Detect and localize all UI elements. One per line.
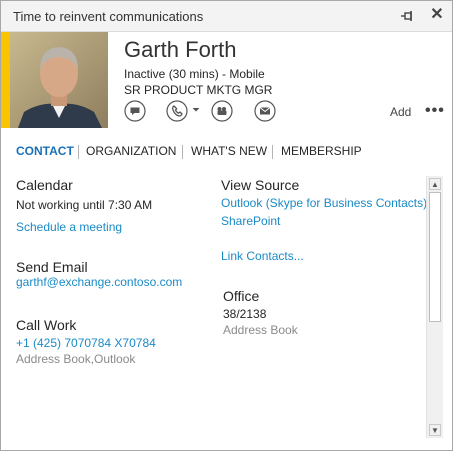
- office-heading: Office: [223, 288, 260, 304]
- contact-name: Garth Forth: [124, 37, 237, 62]
- phone-icon: [166, 100, 188, 122]
- video-button[interactable]: [211, 100, 233, 122]
- tab-membership[interactable]: MEMBERSHIP: [281, 144, 362, 158]
- pin-icon[interactable]: [399, 8, 415, 24]
- link-contacts-link[interactable]: Link Contacts...: [221, 249, 304, 263]
- scroll-up-icon[interactable]: ▲: [429, 178, 441, 190]
- window-title: Time to reinvent communications: [13, 9, 204, 24]
- more-options-button[interactable]: •••: [425, 102, 445, 120]
- call-button[interactable]: [166, 100, 188, 122]
- presence-status: Inactive (30 mins) - Mobile: [124, 67, 265, 81]
- send-email-heading: Send Email: [16, 259, 88, 275]
- tab-divider: [78, 145, 79, 159]
- email-button[interactable]: [254, 100, 276, 122]
- email-address-link[interactable]: garthf@exchange.contoso.com: [16, 275, 182, 289]
- sharepoint-link[interactable]: SharePoint: [221, 214, 280, 228]
- title-bar: Time to reinvent communications ✕: [1, 1, 452, 32]
- im-button[interactable]: [124, 100, 146, 122]
- video-icon: [211, 100, 233, 122]
- work-phone-link[interactable]: +1 (425) 7070784 X70784: [16, 336, 156, 350]
- avatar[interactable]: [10, 32, 108, 128]
- tab-divider: [182, 145, 183, 159]
- close-icon[interactable]: ✕: [428, 6, 446, 24]
- outlook-source-link[interactable]: Outlook (Skype for Business Contacts): [221, 196, 427, 210]
- vertical-scrollbar[interactable]: ▲ ▼: [426, 176, 443, 438]
- contact-card: Time to reinvent communications ✕ Garth …: [0, 0, 453, 451]
- tab-organization[interactable]: ORGANIZATION: [86, 144, 176, 158]
- call-work-heading: Call Work: [16, 317, 77, 333]
- presence-indicator: [1, 32, 10, 128]
- office-source: Address Book: [223, 323, 298, 337]
- email-icon: [254, 100, 276, 122]
- tab-divider: [272, 145, 273, 159]
- tab-whats-new[interactable]: WHAT'S NEW: [191, 144, 267, 158]
- add-button[interactable]: Add: [390, 105, 411, 119]
- chevron-down-icon: [192, 108, 200, 112]
- call-source: Address Book,Outlook: [16, 352, 136, 366]
- job-title: SR PRODUCT MKTG MGR: [124, 83, 273, 97]
- call-dropdown[interactable]: [191, 105, 201, 115]
- view-source-heading: View Source: [221, 177, 300, 193]
- office-value: 38/2138: [223, 307, 267, 321]
- schedule-meeting-link[interactable]: Schedule a meeting: [16, 220, 122, 234]
- im-icon: [124, 100, 146, 122]
- scroll-thumb[interactable]: [429, 192, 441, 322]
- calendar-status: Not working until 7:30 AM: [16, 198, 153, 212]
- tab-contact[interactable]: CONTACT: [16, 144, 74, 158]
- scroll-down-icon[interactable]: ▼: [429, 424, 441, 436]
- calendar-heading: Calendar: [16, 177, 73, 193]
